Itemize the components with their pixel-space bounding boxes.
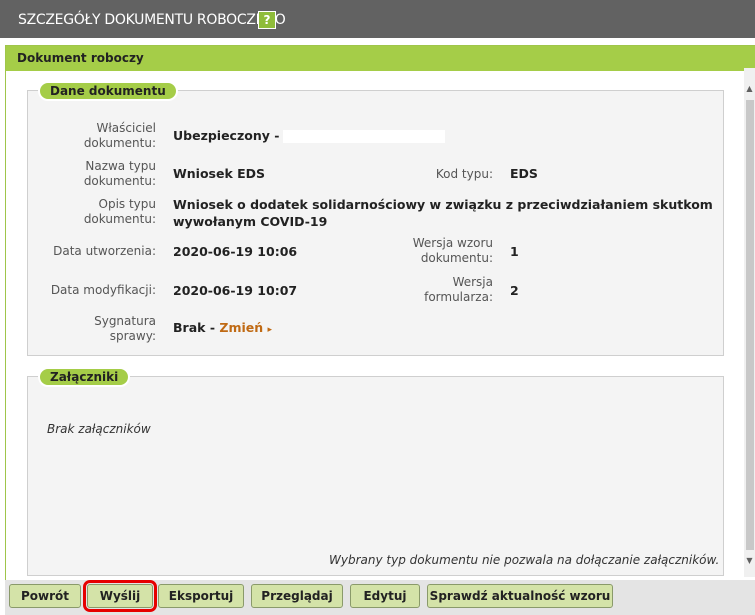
owner-label: Właściciel dokumentu: <box>83 121 156 150</box>
created-value: 2020-06-19 10:06 <box>173 244 298 259</box>
scroll-down-icon[interactable]: ▼ <box>744 554 755 568</box>
attachments-empty-text: Brak załączników <box>47 422 151 436</box>
panel-header: Dokument roboczy <box>6 46 755 71</box>
window-title: SZCZEGÓŁY DOKUMENTU ROBOCZEGO <box>18 12 286 28</box>
type-code-value: EDS <box>510 166 538 181</box>
type-name-label: Nazwa typu dokumentu: <box>83 159 156 188</box>
send-button[interactable]: Wyślij <box>83 580 157 612</box>
description-label: Opis typu dokumentu: <box>83 197 156 226</box>
attachments-note: Wybrany typ dokumentu nie pozwala na doł… <box>329 553 720 567</box>
vertical-scrollbar[interactable]: ▲ ▼ <box>744 68 755 577</box>
redacted-owner-name <box>283 130 446 143</box>
back-button[interactable]: Powrót <box>9 584 81 608</box>
form-version-value: 2 <box>510 283 519 298</box>
attachments-box <box>27 376 724 576</box>
created-label: Data utworzenia: <box>53 244 156 258</box>
form-version-label: Wersja formularza: <box>424 275 493 304</box>
panel-title: Dokument roboczy <box>17 51 144 65</box>
type-code-label: Kod typu: <box>435 167 493 181</box>
help-icon[interactable]: ? <box>258 11 276 29</box>
modified-label: Data modyfikacji: <box>50 283 156 297</box>
export-button[interactable]: Eksportuj <box>158 584 244 608</box>
change-signature-link[interactable]: Zmień <box>219 320 263 335</box>
check-template-button[interactable]: Sprawdź aktualność wzoru <box>427 584 613 608</box>
attachments-legend: Załączniki <box>38 367 131 387</box>
description-value: Wniosek o dodatek solidarnościowy w zwią… <box>173 197 713 229</box>
scroll-up-icon[interactable]: ▲ <box>744 82 755 96</box>
template-version-label: Wersja wzoru dokumentu: <box>412 236 493 265</box>
owner-value: Ubezpieczony - <box>173 127 446 144</box>
scrollbar-thumb[interactable] <box>746 100 754 550</box>
template-version-value: 1 <box>510 244 519 259</box>
button-bar: Powrót Wyślij Eksportuj Przeglądaj Edytu… <box>5 580 755 615</box>
edit-button[interactable]: Edytuj <box>350 584 420 608</box>
title-bar: SZCZEGÓŁY DOKUMENTU ROBOCZEGO ? <box>0 0 755 40</box>
modified-value: 2020-06-19 10:07 <box>173 283 298 298</box>
signature-value: Brak - Zmień ▸ <box>173 320 273 335</box>
signature-label: Sygnatura sprawy: <box>94 314 156 343</box>
type-name-value: Wniosek EDS <box>173 166 266 181</box>
arrow-right-icon[interactable]: ▸ <box>267 325 272 335</box>
view-button[interactable]: Przeglądaj <box>251 584 343 608</box>
document-details-legend: Dane dokumentu <box>38 81 178 101</box>
